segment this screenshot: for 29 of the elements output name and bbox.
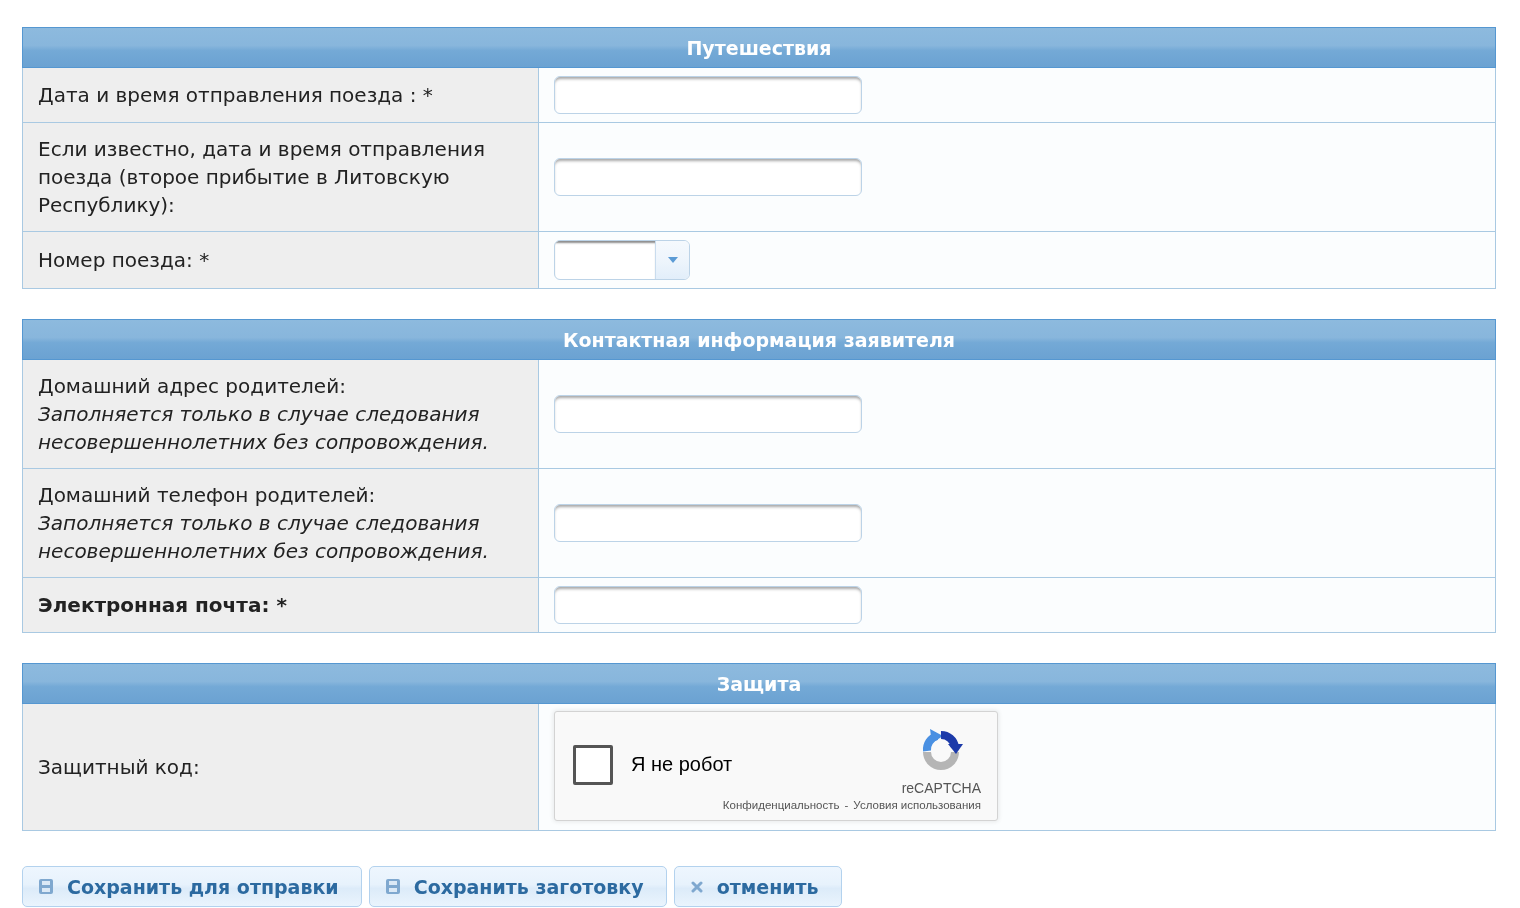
caret-icon xyxy=(667,257,678,263)
dropdown-field[interactable] xyxy=(554,240,690,280)
checkbox[interactable] xyxy=(573,744,613,785)
text-input[interactable] xyxy=(554,395,862,433)
text-input[interactable] xyxy=(554,586,862,624)
section-title: Защита xyxy=(716,671,802,696)
field-label: Домашний адрес родителей: xyxy=(38,373,347,400)
brand-label: reCAPTCHA xyxy=(901,780,981,796)
field-label: Дата и время отправления поезда : * xyxy=(38,82,434,109)
captcha-label: Я не робот xyxy=(631,753,733,776)
field-note: Заполняется только в случае следования несовершеннолетних без сопровождения. xyxy=(38,401,490,456)
text-input[interactable] xyxy=(554,158,862,196)
cross-icon xyxy=(690,880,703,893)
terms-link[interactable]: Условия использования xyxy=(853,798,981,812)
field-label: Защитный код: xyxy=(38,754,201,781)
text-input[interactable] xyxy=(554,76,862,114)
section-title: Контактная информация заявителя xyxy=(562,327,956,352)
field-note: Заполняется только в случае следования несовершеннолетних без сопровождения. xyxy=(38,510,490,565)
field-label: Домашний телефон родителей: xyxy=(38,482,377,509)
text-input[interactable] xyxy=(554,504,862,542)
save-button[interactable]: Сохранить для отправки xyxy=(22,866,362,907)
save-button[interactable]: Сохранить заготовку xyxy=(368,866,667,907)
cancel-button[interactable]: отменить xyxy=(673,866,842,907)
field-label: Электронная почта: * xyxy=(38,592,288,619)
section-title: Путешествия xyxy=(686,35,832,60)
separator-dash: - xyxy=(844,798,849,812)
field-label: Если известно, дата и время отправления поезда (второе прибытие в Литовскую Республику): xyxy=(38,136,487,219)
field-label: Номер поезда: * xyxy=(38,247,211,274)
privacy-link[interactable]: Конфиденциальность xyxy=(722,798,840,812)
